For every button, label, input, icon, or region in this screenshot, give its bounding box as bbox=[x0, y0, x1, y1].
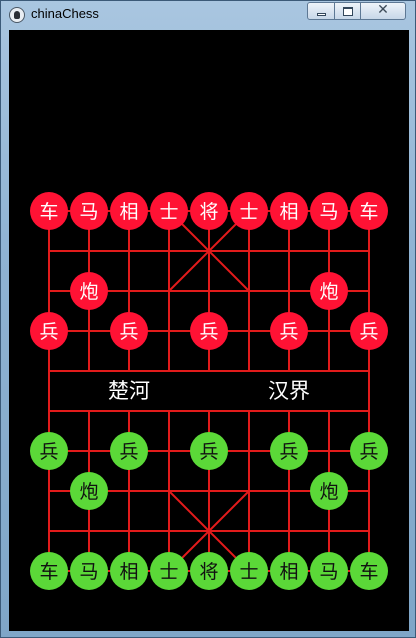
piece-label: 马 bbox=[79, 201, 98, 223]
window-title: chinaChess bbox=[31, 6, 99, 21]
green-piece[interactable]: 兵 bbox=[190, 432, 228, 470]
red-piece[interactable]: 车 bbox=[30, 192, 68, 230]
piece-label: 兵 bbox=[279, 321, 298, 343]
red-piece[interactable]: 兵 bbox=[350, 312, 388, 350]
piece-label: 兵 bbox=[199, 441, 218, 463]
piece-label: 将 bbox=[199, 201, 218, 223]
piece-label: 兵 bbox=[199, 321, 218, 343]
piece-label: 车 bbox=[39, 201, 58, 223]
piece-label: 马 bbox=[79, 561, 98, 583]
green-piece[interactable]: 炮 bbox=[70, 472, 108, 510]
red-piece[interactable]: 炮 bbox=[310, 272, 348, 310]
maximize-button[interactable] bbox=[334, 2, 361, 20]
red-piece[interactable]: 士 bbox=[150, 192, 188, 230]
river-text-left: 楚河 bbox=[108, 379, 150, 403]
piece-label: 相 bbox=[119, 201, 138, 223]
green-piece[interactable]: 马 bbox=[310, 552, 348, 590]
green-piece[interactable]: 相 bbox=[110, 552, 148, 590]
red-piece[interactable]: 兵 bbox=[190, 312, 228, 350]
chess-app-icon[interactable] bbox=[9, 7, 25, 23]
piece-label: 士 bbox=[239, 201, 258, 223]
green-piece[interactable]: 将 bbox=[190, 552, 228, 590]
app-window: chinaChess ✕ 楚河 汉界 车马相士将士相马车炮炮兵兵兵兵兵兵兵兵兵兵… bbox=[0, 0, 416, 638]
maximize-icon bbox=[343, 7, 353, 16]
piece-label: 兵 bbox=[39, 321, 58, 343]
piece-label: 兵 bbox=[359, 441, 378, 463]
red-piece[interactable]: 炮 bbox=[70, 272, 108, 310]
red-piece[interactable]: 兵 bbox=[270, 312, 308, 350]
piece-label: 相 bbox=[119, 561, 138, 583]
green-piece[interactable]: 兵 bbox=[110, 432, 148, 470]
green-piece[interactable]: 士 bbox=[150, 552, 188, 590]
piece-label: 马 bbox=[319, 561, 338, 583]
piece-label: 车 bbox=[359, 201, 378, 223]
piece-label: 兵 bbox=[119, 441, 138, 463]
green-piece[interactable]: 炮 bbox=[310, 472, 348, 510]
green-piece[interactable]: 兵 bbox=[270, 432, 308, 470]
close-button[interactable]: ✕ bbox=[360, 2, 406, 20]
green-piece[interactable]: 兵 bbox=[30, 432, 68, 470]
red-piece[interactable]: 兵 bbox=[30, 312, 68, 350]
piece-label: 炮 bbox=[79, 281, 98, 303]
piece-label: 将 bbox=[199, 561, 218, 583]
piece-label: 兵 bbox=[359, 321, 378, 343]
piece-label: 相 bbox=[279, 201, 298, 223]
red-piece[interactable]: 车 bbox=[350, 192, 388, 230]
red-piece[interactable]: 马 bbox=[310, 192, 348, 230]
minimize-icon bbox=[317, 13, 326, 16]
green-piece[interactable]: 兵 bbox=[350, 432, 388, 470]
piece-label: 车 bbox=[39, 561, 58, 583]
piece-label: 车 bbox=[359, 561, 378, 583]
title-bar[interactable]: chinaChess ✕ bbox=[1, 1, 415, 29]
piece-label: 相 bbox=[279, 561, 298, 583]
minimize-button[interactable] bbox=[307, 2, 335, 20]
green-piece[interactable]: 车 bbox=[30, 552, 68, 590]
game-canvas[interactable]: 楚河 汉界 车马相士将士相马车炮炮兵兵兵兵兵兵兵兵兵兵炮炮车马相士将士相马车 bbox=[9, 30, 409, 631]
chess-board[interactable]: 楚河 汉界 车马相士将士相马车炮 炮兵兵兵兵兵兵兵兵兵兵炮 炮车马相士将士相马车 bbox=[9, 30, 409, 631]
piece-label: 士 bbox=[239, 561, 258, 583]
red-piece[interactable]: 士 bbox=[230, 192, 268, 230]
piece-label: 兵 bbox=[119, 321, 138, 343]
piece-label: 炮 bbox=[79, 481, 98, 503]
piece-label: 士 bbox=[159, 201, 178, 223]
green-piece[interactable]: 车 bbox=[350, 552, 388, 590]
red-piece[interactable]: 相 bbox=[110, 192, 148, 230]
green-piece[interactable]: 士 bbox=[230, 552, 268, 590]
piece-label: 兵 bbox=[279, 441, 298, 463]
red-piece[interactable]: 相 bbox=[270, 192, 308, 230]
red-piece[interactable]: 兵 bbox=[110, 312, 148, 350]
green-piece[interactable]: 马 bbox=[70, 552, 108, 590]
red-piece[interactable]: 将 bbox=[190, 192, 228, 230]
red-piece[interactable]: 马 bbox=[70, 192, 108, 230]
piece-label: 士 bbox=[159, 561, 178, 583]
green-piece[interactable]: 相 bbox=[270, 552, 308, 590]
piece-label: 炮 bbox=[319, 281, 338, 303]
river-text-right: 汉界 bbox=[268, 379, 310, 403]
piece-label: 马 bbox=[319, 201, 338, 223]
piece-label: 兵 bbox=[39, 441, 58, 463]
close-icon: ✕ bbox=[377, 2, 389, 18]
piece-label: 炮 bbox=[319, 481, 338, 503]
